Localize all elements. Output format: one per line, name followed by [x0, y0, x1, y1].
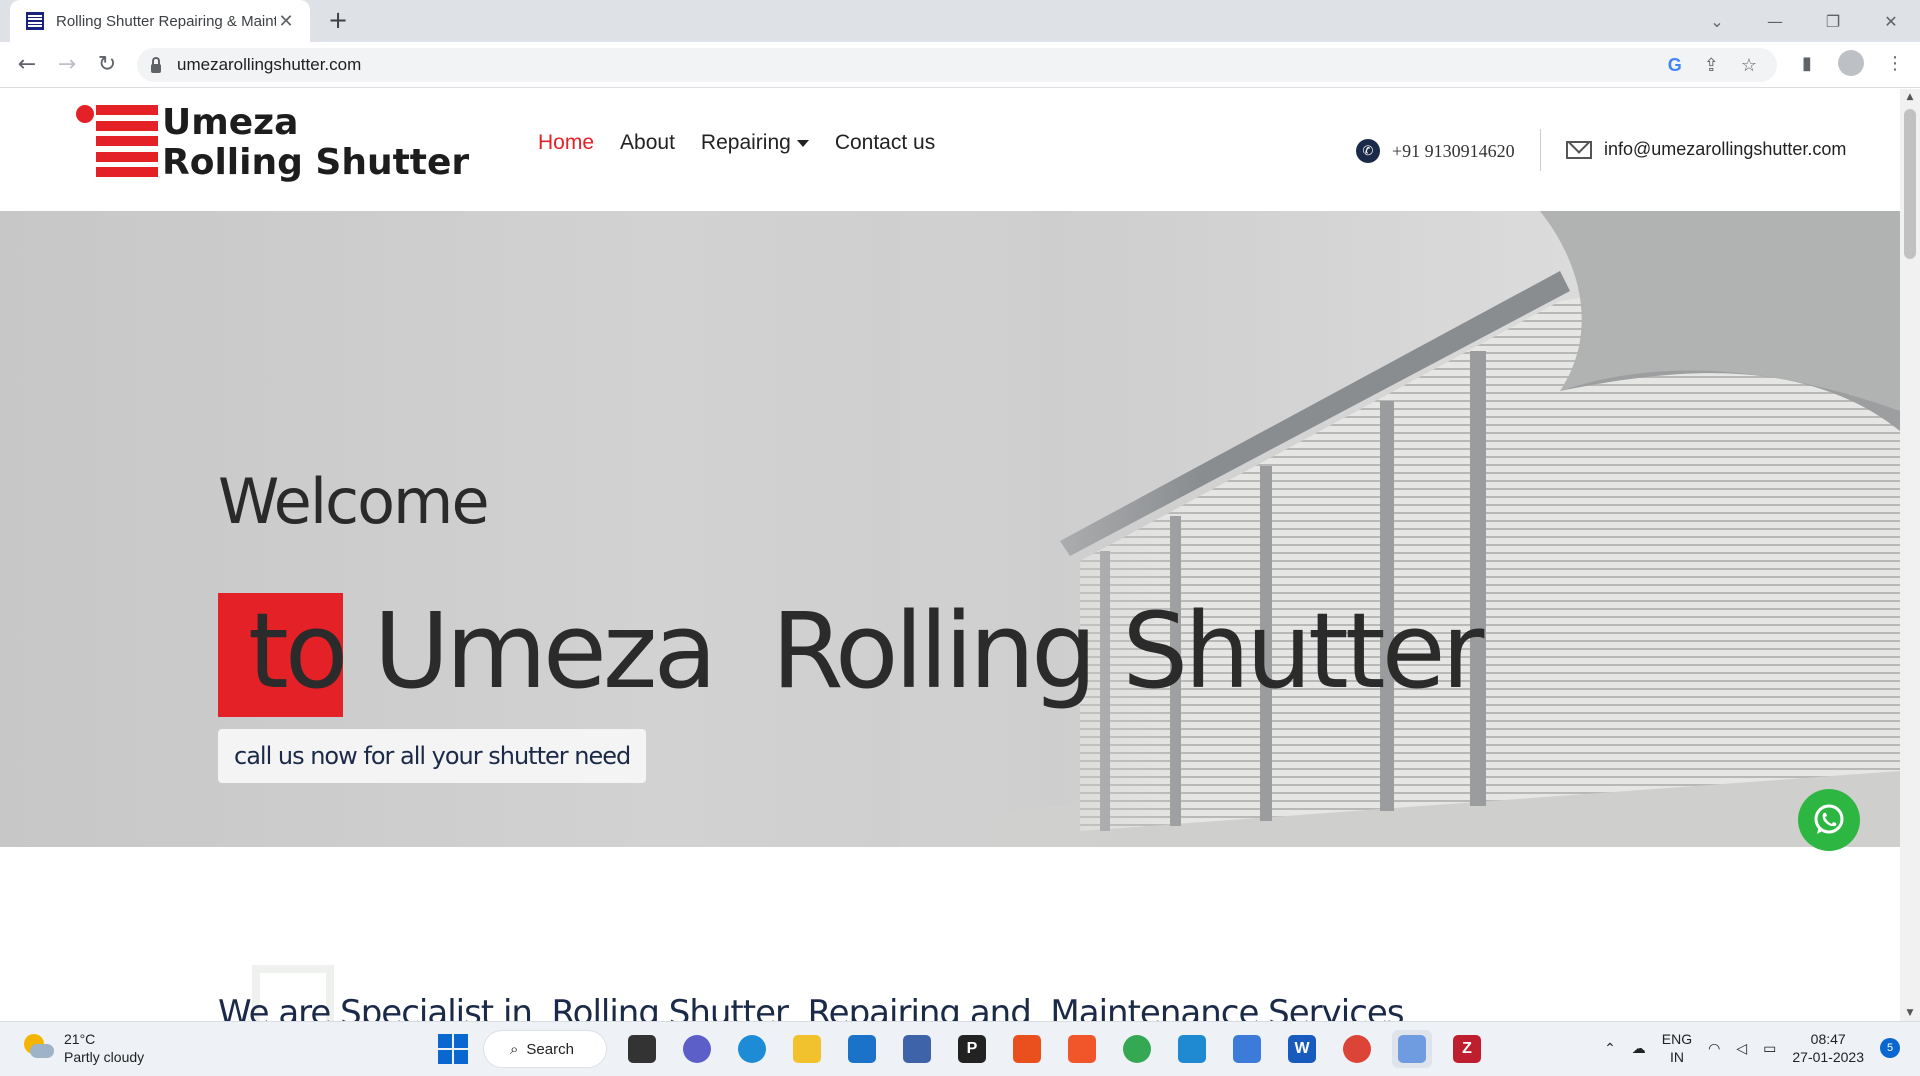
- clock-time: 08:47: [1810, 1031, 1846, 1047]
- language-code: ENG: [1661, 1031, 1693, 1047]
- scroll-thumb[interactable]: [1904, 109, 1916, 259]
- tab-title: Rolling Shutter Repairing & Maintenance: [56, 12, 276, 30]
- address-bar[interactable]: umezarollingshutter.com G ⇪ ☆: [137, 48, 1777, 82]
- orange-app-icon[interactable]: [1007, 1030, 1047, 1068]
- window-controls: ⌄ — ❐ ✕: [1688, 0, 1920, 42]
- language-indicator[interactable]: ENG IN: [1662, 1030, 1692, 1066]
- teams-chat-icon[interactable]: [677, 1030, 717, 1068]
- phone-number: +91 9130914620: [1392, 140, 1515, 161]
- whatsapp-icon: [1814, 804, 1844, 834]
- scroll-down-icon[interactable]: ▼: [1900, 1005, 1920, 1021]
- network-app-icon[interactable]: [897, 1030, 937, 1068]
- site-logo[interactable]: Umeza Rolling Shutter: [76, 103, 469, 185]
- logo-line-2: Rolling Shutter: [162, 142, 470, 183]
- whatsapp-button[interactable]: [1798, 789, 1860, 851]
- section-title: We are Specialist in Rolling Shutter Rep…: [218, 993, 1405, 1021]
- logo-dot: [76, 105, 94, 123]
- notepad-icon[interactable]: [1227, 1030, 1267, 1068]
- nav-about[interactable]: About: [620, 131, 675, 155]
- filezilla-icon[interactable]: Z: [1447, 1030, 1487, 1068]
- windows-start-icon[interactable]: [438, 1034, 468, 1064]
- taskbar-apps: ⌕ Search P W Z: [438, 1030, 1487, 1068]
- new-tab-button[interactable]: +: [325, 8, 351, 34]
- file-explorer-icon[interactable]: [787, 1030, 827, 1068]
- contact-divider: [1540, 129, 1541, 171]
- google-translate-icon[interactable]: G: [1668, 55, 1682, 76]
- minimize-icon[interactable]: —: [1746, 12, 1804, 31]
- restore-icon[interactable]: ❐: [1804, 12, 1862, 31]
- onedrive-icon[interactable]: ☁: [1632, 1040, 1646, 1057]
- contact-email[interactable]: info@umezarollingshutter.com: [1566, 139, 1846, 160]
- browser-toolbar: ← → ↻ umezarollingshutter.com G ⇪ ☆ ▮ ⋮: [0, 42, 1920, 88]
- search-icon: ⌕: [510, 1040, 519, 1058]
- browser-tab-strip: Rolling Shutter Repairing & Maintenance …: [0, 0, 1920, 42]
- scroll-up-icon[interactable]: ▲: [1900, 89, 1920, 105]
- page-viewport: Umeza Rolling Shutter Home About Repairi…: [0, 89, 1900, 1021]
- volume-icon[interactable]: ◁: [1736, 1040, 1747, 1057]
- nav-repairing-label: Repairing: [700, 131, 791, 154]
- hero-banner: Welcome to Umeza Rolling Shutter call us…: [0, 211, 1900, 847]
- weather-widget[interactable]: 21°C Partly cloudy: [22, 1030, 144, 1066]
- notification-badge[interactable]: 5: [1880, 1038, 1900, 1058]
- browser-tab[interactable]: Rolling Shutter Repairing & Maintenance …: [10, 0, 310, 42]
- logo-line-1: Umeza: [162, 102, 299, 143]
- page-scrollbar[interactable]: ▲ ▼: [1900, 89, 1920, 1021]
- brave-icon[interactable]: [1062, 1030, 1102, 1068]
- main-nav: Home About Repairing Contact us: [538, 131, 935, 155]
- chrome-profile-icon[interactable]: [1117, 1030, 1157, 1068]
- email-address: info@umezarollingshutter.com: [1604, 139, 1847, 159]
- reload-icon[interactable]: ↻: [92, 50, 122, 80]
- weather-temp: 21°C: [64, 1031, 96, 1047]
- nav-home[interactable]: Home: [538, 131, 594, 155]
- browser-menu-icon[interactable]: ⋮: [1882, 53, 1908, 74]
- back-arrow-icon[interactable]: ←: [12, 50, 42, 80]
- pexels-app-icon[interactable]: P: [952, 1030, 992, 1068]
- clock-date: 27-01-2023: [1792, 1049, 1864, 1065]
- lock-icon[interactable]: [151, 56, 161, 73]
- share-icon[interactable]: ⇪: [1704, 55, 1719, 76]
- partly-cloudy-icon: [22, 1032, 54, 1064]
- close-window-icon[interactable]: ✕: [1862, 12, 1920, 31]
- hero-headline-text: to Umeza Rolling Shutter: [248, 590, 1484, 712]
- system-tray: ⌃ ☁ ENG IN ◠ ◁ ▭ 08:47 27-01-2023 5: [1604, 1030, 1900, 1066]
- taskbar-search-label: Search: [526, 1040, 574, 1058]
- nav-contact[interactable]: Contact us: [835, 131, 935, 155]
- snipping-tool-icon[interactable]: [1392, 1030, 1432, 1068]
- profile-avatar-icon[interactable]: [1838, 50, 1864, 76]
- clock[interactable]: 08:47 27-01-2023: [1792, 1030, 1864, 1066]
- tray-chevron-up-icon[interactable]: ⌃: [1604, 1040, 1616, 1057]
- hero-headline: to Umeza Rolling Shutter: [218, 583, 1484, 709]
- nav-repairing[interactable]: Repairing: [701, 131, 809, 155]
- hero-cta: call us now for all your shutter need: [218, 729, 647, 783]
- word-icon[interactable]: W: [1282, 1030, 1322, 1068]
- site-header: Umeza Rolling Shutter Home About Repairi…: [0, 89, 1900, 211]
- task-view-icon[interactable]: [622, 1030, 662, 1068]
- mail-app-icon[interactable]: [842, 1030, 882, 1068]
- windows-taskbar: 21°C Partly cloudy ⌕ Search P W Z ⌃ ☁ EN…: [0, 1021, 1920, 1076]
- weather-condition: Partly cloudy: [64, 1049, 145, 1065]
- caret-down-icon: [796, 139, 809, 147]
- chrome-icon[interactable]: [1337, 1030, 1377, 1068]
- logo-shutter-icon: [96, 105, 158, 177]
- bookmark-star-icon[interactable]: ☆: [1741, 55, 1757, 76]
- logo-text: Umeza Rolling Shutter: [162, 103, 469, 183]
- phone-icon: ✆: [1356, 139, 1380, 163]
- wifi-icon[interactable]: ◠: [1708, 1040, 1720, 1057]
- contact-phone[interactable]: ✆ +91 9130914620: [1356, 139, 1515, 163]
- url-text[interactable]: umezarollingshutter.com: [177, 55, 361, 75]
- side-panel-icon[interactable]: ▮: [1794, 53, 1820, 74]
- tab-search-icon[interactable]: ⌄: [1688, 12, 1746, 31]
- edge-icon[interactable]: [732, 1030, 772, 1068]
- region-code: IN: [1669, 1049, 1684, 1065]
- vscode-icon[interactable]: [1172, 1030, 1212, 1068]
- tab-close-icon[interactable]: ✕: [276, 11, 296, 32]
- taskbar-search[interactable]: ⌕ Search: [483, 1030, 607, 1068]
- forward-arrow-icon[interactable]: →: [52, 50, 82, 80]
- hero-welcome: Welcome: [218, 465, 490, 538]
- battery-icon[interactable]: ▭: [1763, 1040, 1776, 1057]
- site-favicon-icon: [26, 12, 44, 30]
- mail-icon: [1566, 140, 1592, 159]
